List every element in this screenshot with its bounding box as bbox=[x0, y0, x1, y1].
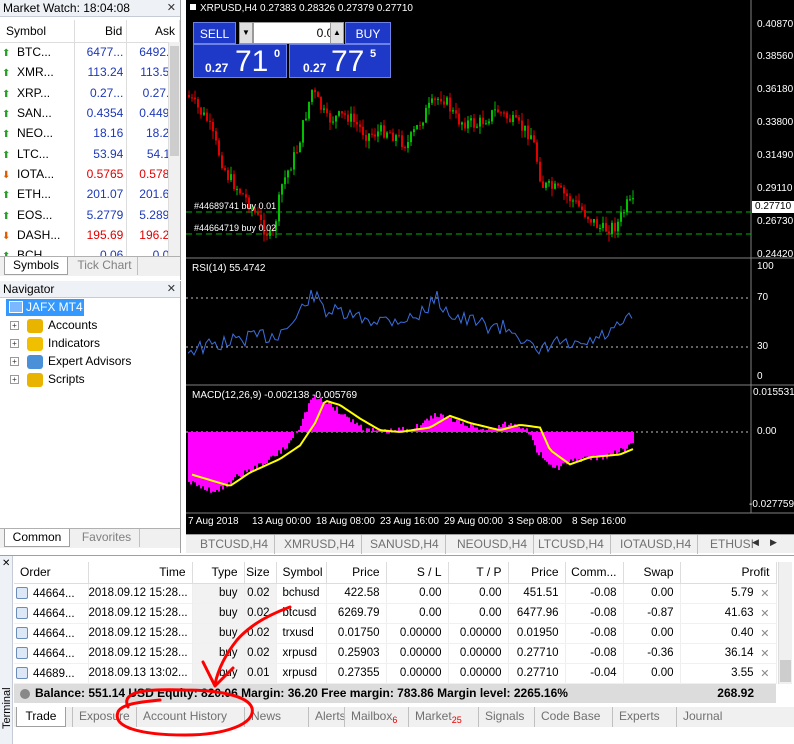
annotation-circle bbox=[117, 690, 252, 735]
annotation-overlay bbox=[0, 0, 794, 743]
annotation-arrow bbox=[215, 607, 290, 684]
